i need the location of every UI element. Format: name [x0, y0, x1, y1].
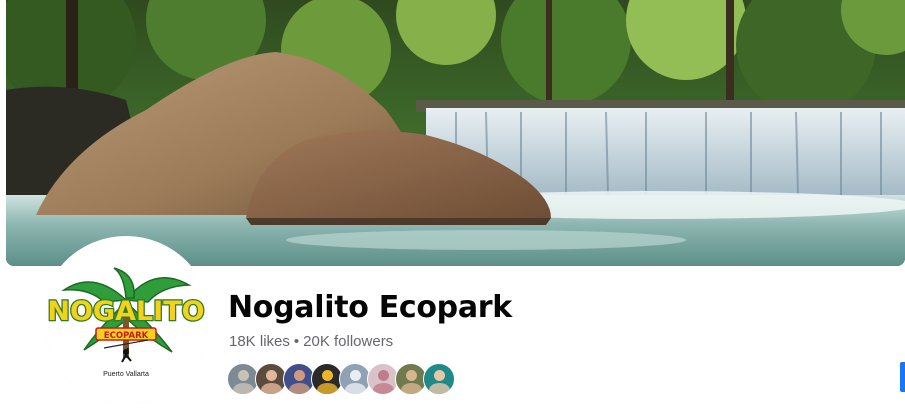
- follower-avatar-8[interactable]: [423, 363, 455, 395]
- logo-banner: ECOPARK: [104, 331, 149, 341]
- person-face-icon: [350, 370, 361, 381]
- followers-count-link[interactable]: 20K followers: [303, 333, 393, 350]
- likes-count-link[interactable]: 18K likes: [229, 333, 290, 350]
- person-face-icon: [238, 370, 249, 381]
- logo-location: Puerto Vallarta: [103, 371, 149, 378]
- page-title: Nogalito Ecopark: [228, 290, 512, 325]
- separator-dot: •: [293, 333, 300, 350]
- action-button-edge[interactable]: [900, 362, 905, 392]
- person-face-icon: [322, 370, 333, 381]
- person-body-icon: [345, 383, 366, 394]
- profile-picture[interactable]: NOGALITO ECOPARK Puerto Vallarta: [44, 240, 208, 404]
- person-face-icon: [434, 370, 445, 381]
- waterfall-photo-icon: [6, 0, 905, 266]
- person-face-icon: [378, 370, 389, 381]
- person-body-icon: [317, 383, 338, 394]
- person-body-icon: [373, 383, 394, 394]
- nogalito-logo-icon: NOGALITO ECOPARK Puerto Vallarta: [44, 240, 208, 404]
- person-face-icon: [266, 370, 277, 381]
- page-stats: 18K likes • 20K followers: [229, 333, 393, 350]
- person-body-icon: [289, 383, 310, 394]
- person-body-icon: [401, 383, 422, 394]
- person-body-icon: [429, 383, 450, 394]
- cover-photo[interactable]: [6, 0, 905, 266]
- person-face-icon: [294, 370, 305, 381]
- person-face-icon: [406, 370, 417, 381]
- person-body-icon: [233, 383, 254, 394]
- person-body-icon: [261, 383, 282, 394]
- logo-text: NOGALITO: [47, 296, 204, 327]
